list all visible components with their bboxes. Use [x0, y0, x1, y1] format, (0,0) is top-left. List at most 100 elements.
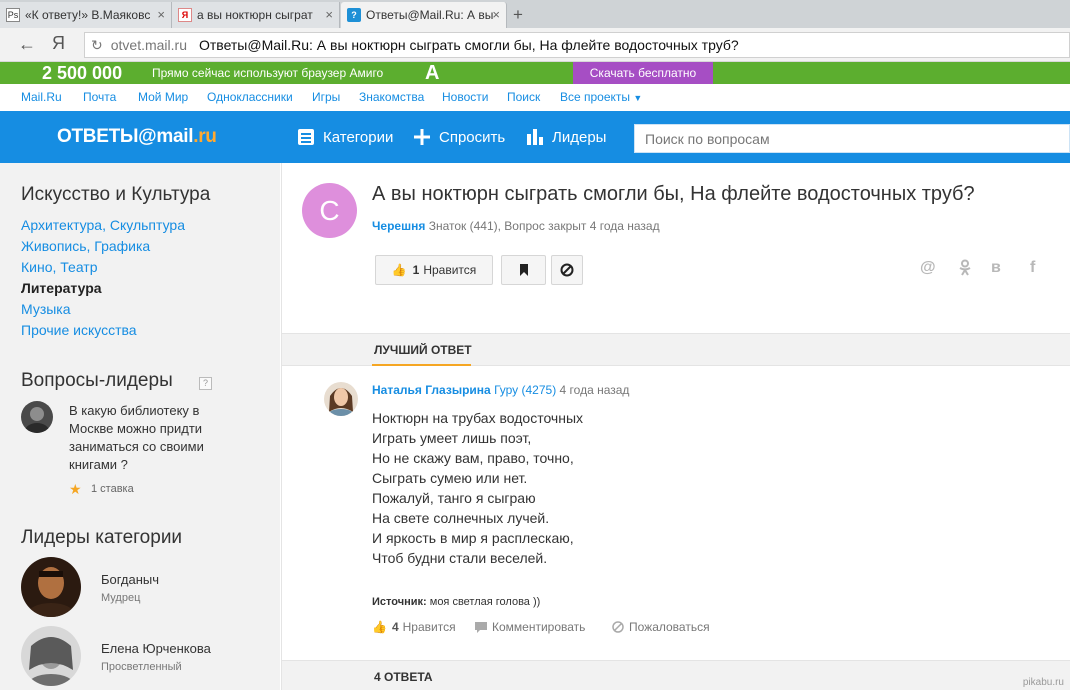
comment-button[interactable]: Комментировать — [475, 620, 585, 634]
amigo-download-button[interactable]: Скачать бесплатно — [573, 62, 713, 84]
best-answer-label: ЛУЧШИЙ ОТВЕТ — [374, 343, 472, 357]
close-tab-icon[interactable]: × — [492, 7, 500, 22]
answer-source-text: моя светлая голова )) — [429, 596, 541, 608]
left-sidebar: Искусство и Культура Архитектура, Скульп… — [0, 163, 280, 690]
leader-name[interactable]: Елена Юрченкова — [101, 641, 211, 656]
nav-leaders-label: Лидеры — [552, 128, 607, 146]
answer-line: Чтоб будни стали веселей. — [372, 550, 548, 566]
like-label: Нравится — [423, 263, 477, 277]
answer-line: Сыграть сумею или нет. — [372, 470, 528, 486]
question-title: А вы ноктюрн сыграть смогли бы, На флейт… — [372, 183, 975, 205]
question-meta: Черешня Знаток (441), Вопрос закрыт 4 го… — [372, 219, 660, 233]
amigo-banner[interactable]: 2 500 000 Прямо сейчас используют браузе… — [0, 62, 1070, 84]
nav-leaders[interactable]: Лидеры — [526, 128, 606, 146]
subcategory-link[interactable]: Архитектура, Скульптура — [21, 217, 185, 233]
answers-header: 4 ОТВЕТА — [282, 660, 1070, 690]
browser-tab-3-active[interactable]: ? Ответы@Mail.Ru: А вы × — [341, 2, 507, 28]
comment-icon — [475, 621, 487, 633]
leader-name[interactable]: Богданыч — [101, 572, 159, 587]
otvet-logo[interactable]: ОТВЕТЫ@mail.ru — [57, 126, 217, 148]
amigo-text: Прямо сейчас используют браузер Амиго — [152, 66, 384, 80]
list-icon — [298, 129, 314, 145]
close-tab-icon[interactable]: × — [157, 7, 165, 22]
back-arrow-icon[interactable]: ← — [18, 34, 36, 55]
amigo-logo-icon: A — [425, 62, 440, 84]
tab-title: «К ответу!» В.Маяковс — [25, 8, 151, 22]
complain-button[interactable]: Пожаловаться — [612, 620, 710, 634]
facebook-share-icon[interactable]: f — [1030, 259, 1035, 277]
odnoklassniki-share-icon[interactable] — [958, 259, 972, 281]
tab-title: а вы ноктюрн сыграт — [197, 8, 313, 22]
site-header: ОТВЕТЫ@mail.ru Категории Спросить Лидеры… — [0, 111, 1070, 163]
portal-link-poisk[interactable]: Поиск — [507, 90, 540, 104]
active-tab-underline — [372, 364, 471, 366]
answer-like-button[interactable]: 👍 4 Нравится — [372, 620, 456, 634]
vkontakte-share-icon[interactable]: в — [991, 259, 1001, 277]
like-button[interactable]: 👍 1 Нравится — [375, 255, 493, 285]
portal-link-znakomstva[interactable]: Знакомства — [359, 90, 424, 104]
nav-ask[interactable]: Спросить — [413, 128, 505, 146]
browser-tab-2[interactable]: Я а вы ноктюрн сыграт × — [172, 2, 340, 28]
nav-categories-label: Категории — [323, 128, 394, 146]
answer-line: Но не скажу вам, право, точно, — [372, 450, 574, 466]
chevron-down-icon: ▼ — [633, 93, 643, 103]
avatar[interactable] — [21, 626, 81, 686]
answer-meta: Наталья Глазырина Гуру (4275) 4 года наз… — [372, 383, 629, 397]
subcategory-link[interactable]: Музыка — [21, 301, 71, 317]
tab-title: Ответы@Mail.Ru: А вы — [366, 8, 494, 22]
yandex-favicon-icon: Я — [178, 8, 192, 22]
best-answer-header: ЛУЧШИЙ ОТВЕТ — [282, 333, 1070, 366]
help-icon[interactable]: ? — [199, 377, 212, 390]
refresh-icon[interactable]: ↻ — [91, 37, 103, 54]
comment-label: Комментировать — [492, 620, 586, 634]
browser-tab-1[interactable]: Ps «К ответу!» В.Маяковс × — [0, 2, 172, 28]
mailru-share-icon[interactable]: @ — [920, 259, 936, 277]
search-input[interactable] — [645, 131, 1059, 147]
avatar[interactable] — [21, 401, 53, 433]
close-tab-icon[interactable]: × — [325, 7, 333, 22]
bookmark-button[interactable] — [501, 255, 546, 285]
like-count: 1 — [412, 263, 420, 277]
subcategory-link[interactable]: Живопись, Графика — [21, 238, 150, 254]
otvet-favicon-icon: ? — [347, 8, 361, 22]
leader-rank: Просветленный — [101, 661, 182, 673]
avatar[interactable] — [324, 382, 358, 416]
question-meta-text: Знаток (441), Вопрос закрыт 4 года назад — [428, 219, 660, 233]
all-projects-label: Все проекты — [560, 90, 631, 104]
answer-line: На свете солнечных лучей. — [372, 510, 550, 526]
question-author-link[interactable]: Черешня — [372, 219, 425, 233]
watermark: pikabu.ru — [1022, 677, 1064, 688]
bar-chart-icon — [527, 129, 543, 145]
report-button[interactable] — [551, 255, 583, 285]
new-tab-icon[interactable]: + — [513, 5, 523, 25]
subcategory-current[interactable]: Литература — [21, 280, 102, 296]
block-icon — [612, 621, 624, 633]
avatar[interactable] — [21, 557, 81, 617]
leader-question-rate: 1 ставка — [91, 483, 134, 495]
page: Ps «К ответу!» В.Маяковс × Я а вы ноктюр… — [0, 0, 1070, 690]
answer-like-label: Нравится — [402, 620, 456, 634]
portal-link-moimir[interactable]: Мой Мир — [138, 90, 188, 104]
subcategory-link[interactable]: Прочие искусства — [21, 322, 137, 338]
answer-source-label: Источник: — [372, 596, 427, 608]
answer-author-link[interactable]: Наталья Глазырина — [372, 383, 491, 397]
subcategory-link[interactable]: Кино, Театр — [21, 259, 98, 275]
leader-rank: Мудрец — [101, 592, 141, 604]
portal-link-pochta[interactable]: Почта — [83, 90, 116, 104]
complain-label: Пожаловаться — [629, 620, 710, 634]
search-box — [634, 124, 1070, 153]
nav-categories[interactable]: Категории — [297, 128, 393, 146]
portal-link-mailru[interactable]: Mail.Ru — [21, 90, 62, 104]
portal-link-odnoklassniki[interactable]: Одноклассники — [207, 90, 293, 104]
answer-line: Пожалуй, танго я сыграю — [372, 490, 536, 506]
answers-count-label: 4 ОТВЕТА — [374, 670, 433, 684]
portal-link-all-projects[interactable]: Все проекты ▼ — [560, 90, 642, 104]
star-icon: ★ — [69, 481, 82, 497]
leader-question-link[interactable]: В какую библиотеку в Москве можно придти… — [69, 402, 239, 474]
url-page-title: Ответы@Mail.Ru: А вы ноктюрн сыграть смо… — [198, 37, 739, 53]
avatar[interactable]: С — [302, 183, 357, 238]
portal-link-novosti[interactable]: Новости — [442, 90, 488, 104]
url-field[interactable]: ↻ otvet.mail.ru Ответы@Mail.Ru: А вы нок… — [84, 32, 1070, 58]
yandex-home-icon[interactable]: Я — [52, 33, 65, 54]
portal-link-igry[interactable]: Игры — [312, 90, 340, 104]
